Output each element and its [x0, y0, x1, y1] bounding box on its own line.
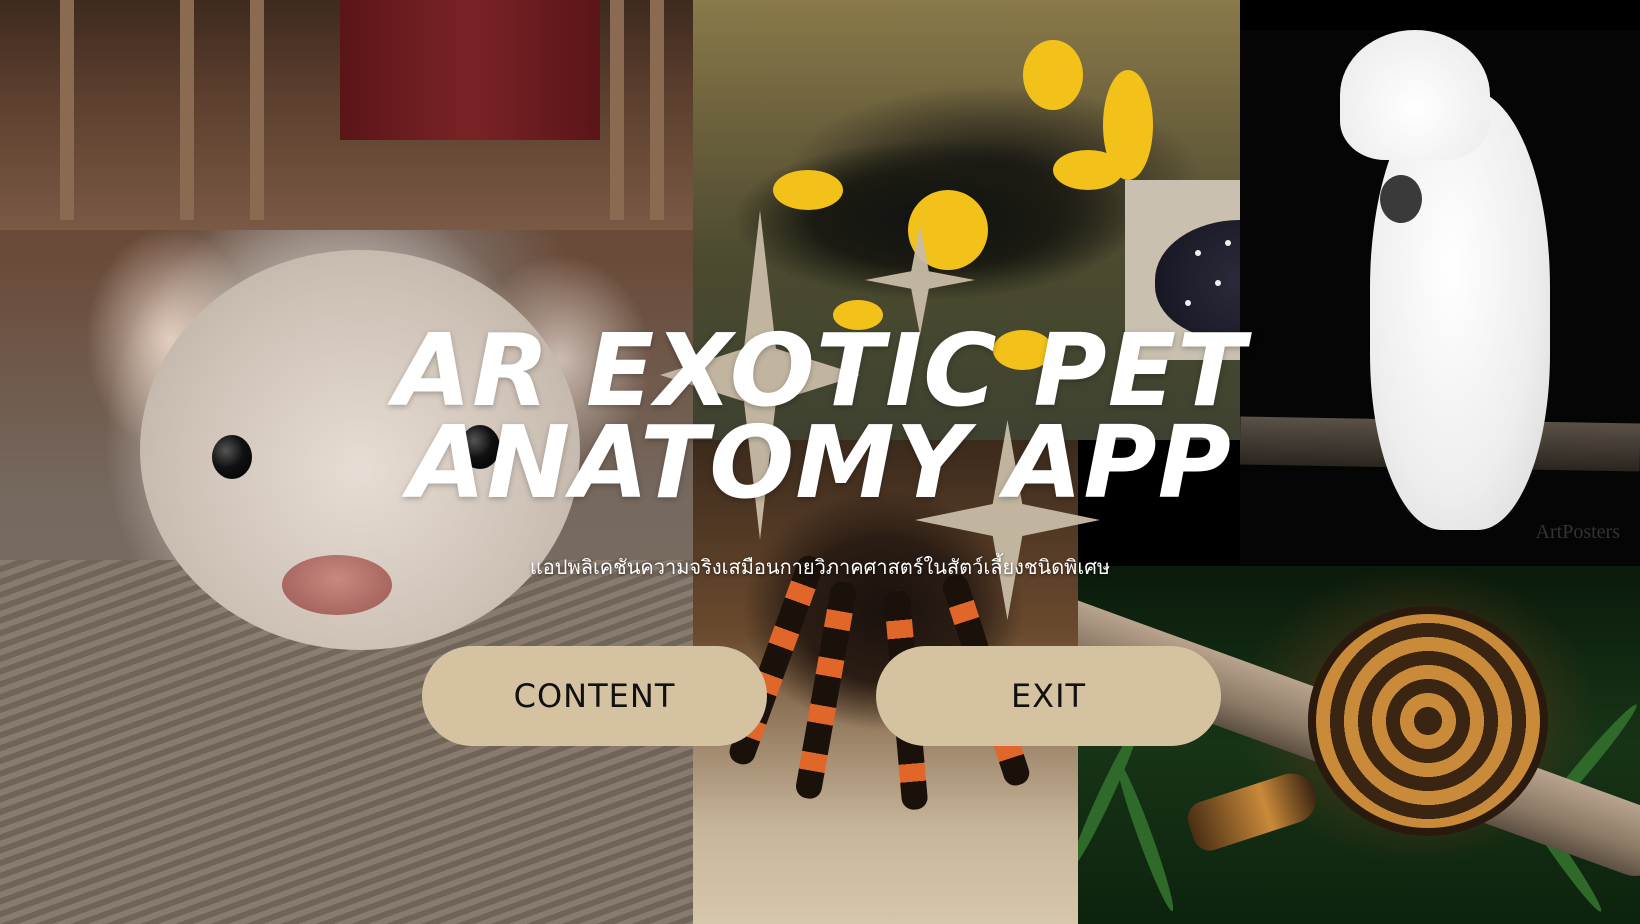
app-title-line-2: ANATOMY APP: [408, 404, 1232, 521]
chair-background: [0, 0, 693, 230]
ferret-left-eye: [212, 435, 252, 479]
content-button[interactable]: CONTENT: [422, 646, 767, 746]
app-title: AR EXOTIC PET ANATOMY APP: [300, 321, 1340, 521]
snake-coil: [1308, 606, 1548, 836]
splash-screen: ArtPosters AR EXOTIC PET ANATOMY APP แอป…: [0, 0, 1640, 924]
exit-button[interactable]: EXIT: [876, 646, 1221, 746]
cockatoo-crest: [1340, 30, 1490, 160]
app-subtitle: แอปพลิเคชันความจริงเสมือนกายวิภาคศาสตร์ใ…: [529, 555, 1111, 579]
snake-head: [1183, 767, 1323, 855]
photo-watermark: ArtPosters: [1535, 521, 1620, 543]
ferret-nose: [282, 555, 392, 615]
cockatoo-beak: [1380, 175, 1422, 223]
